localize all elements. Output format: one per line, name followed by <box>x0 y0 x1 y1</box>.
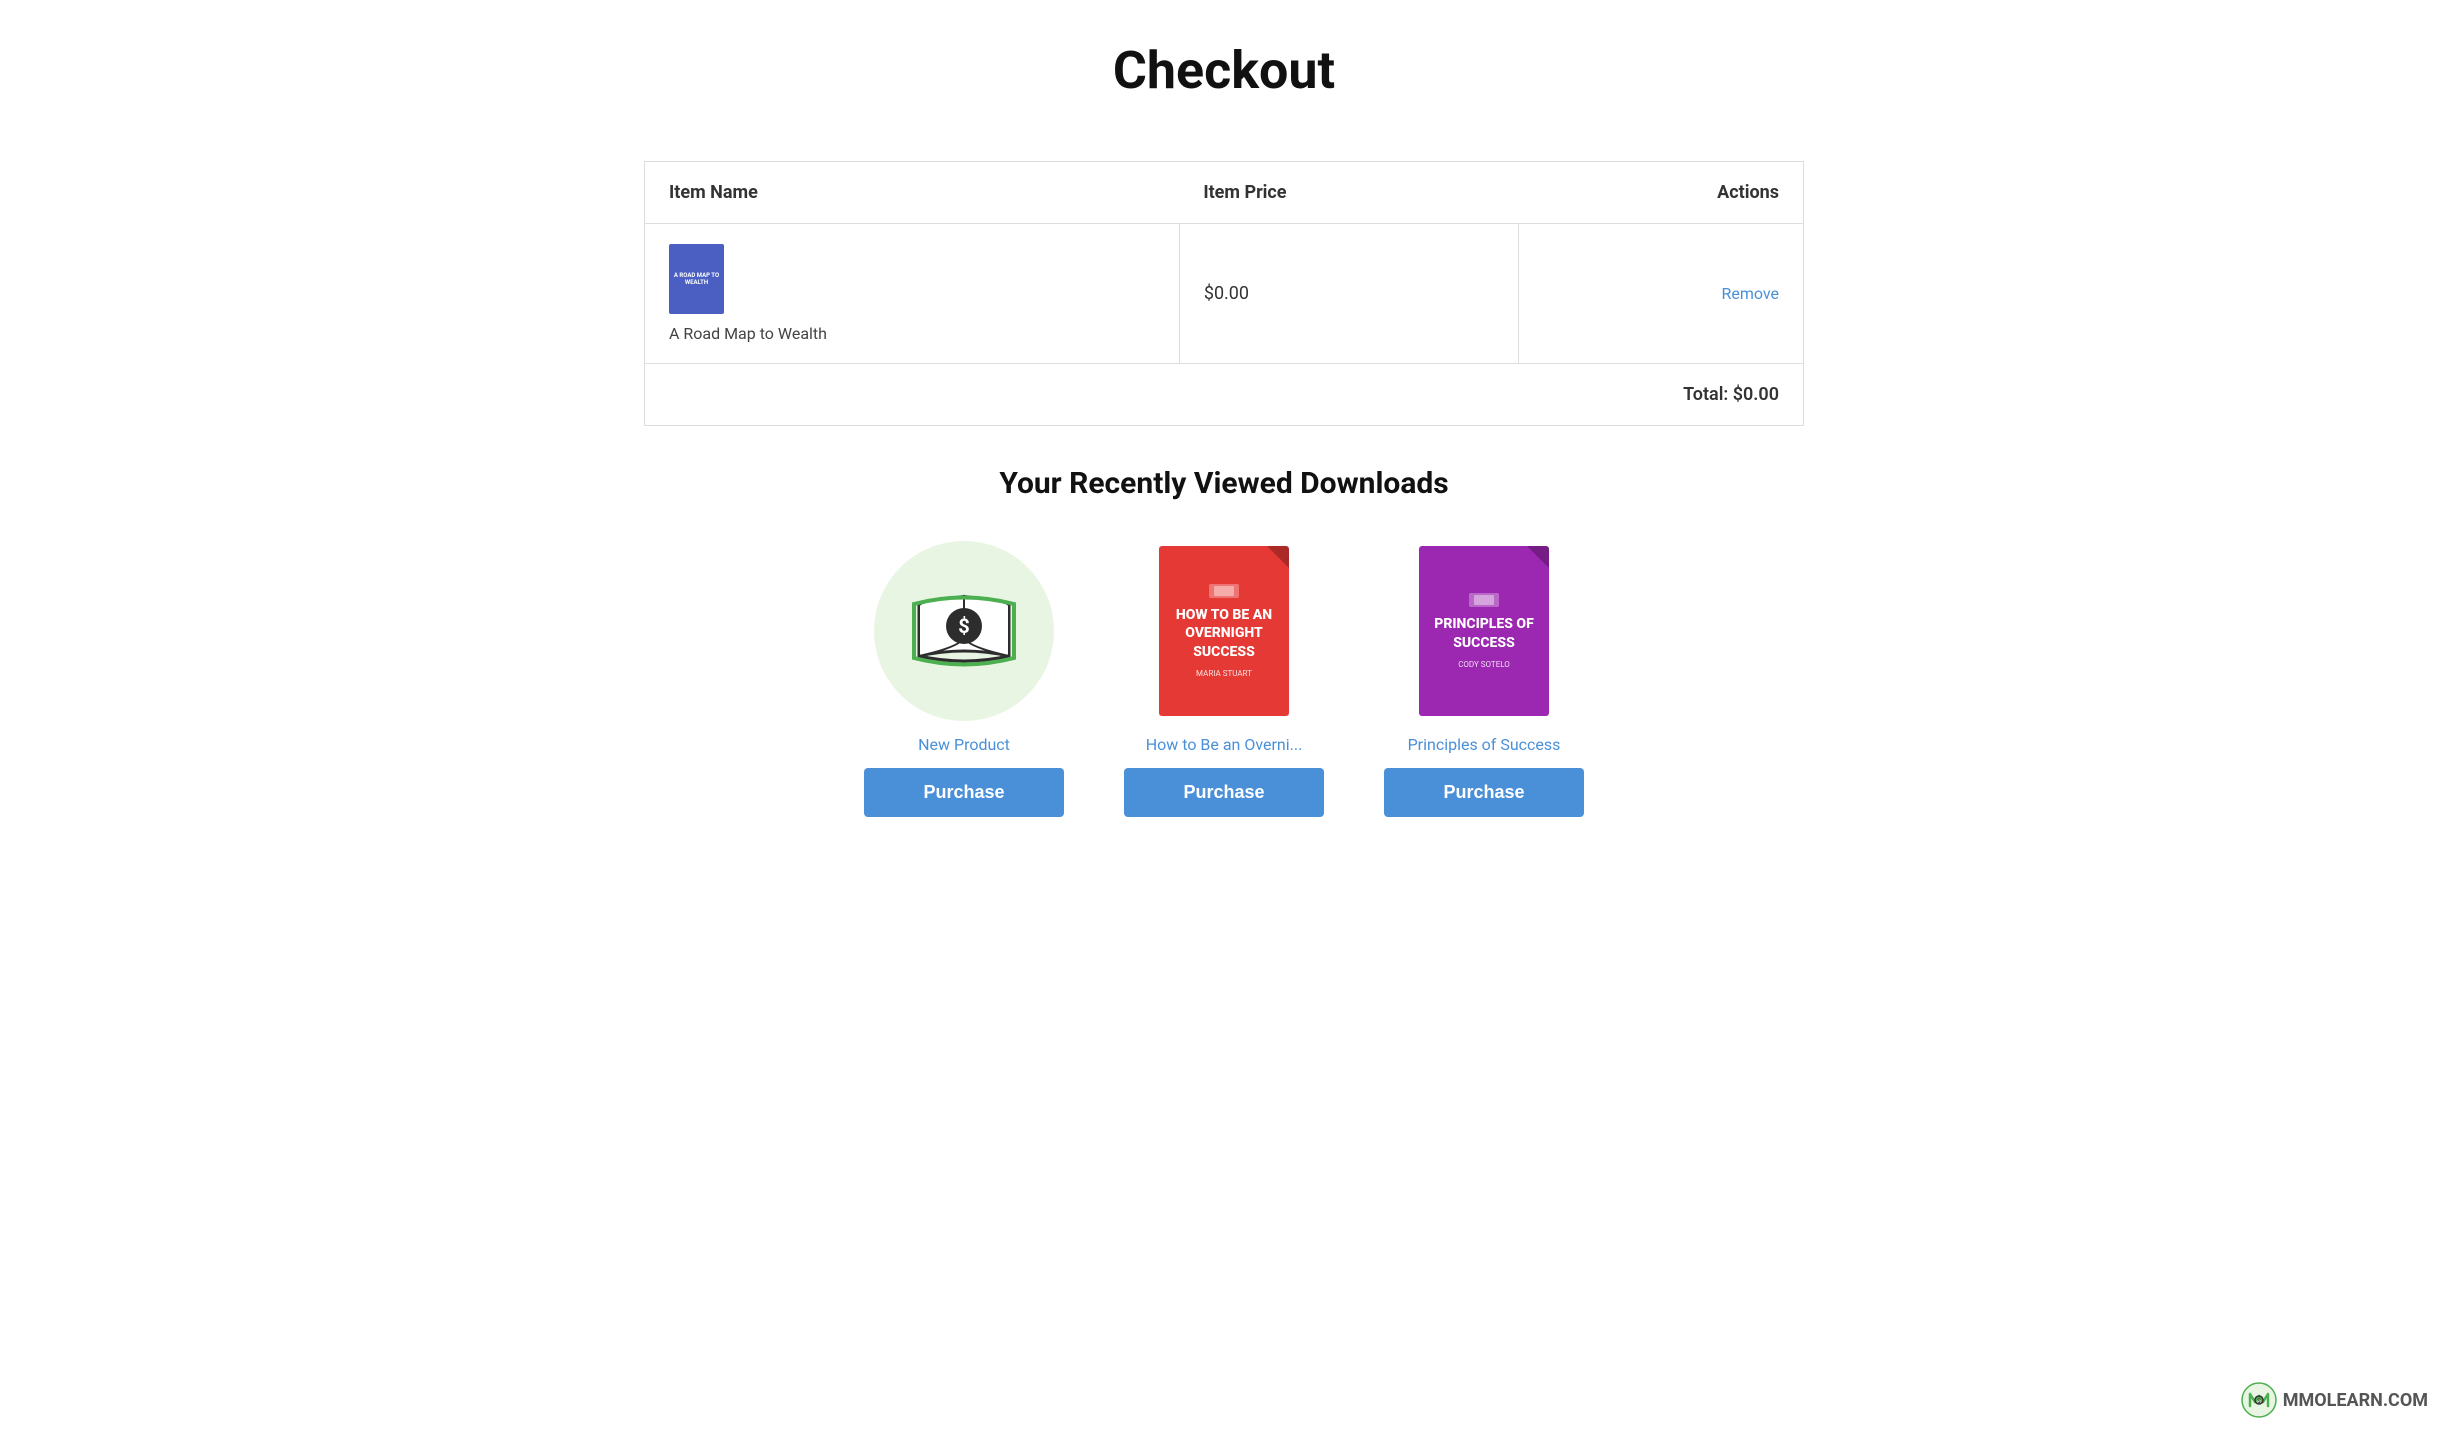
col-header-item-price: Item Price <box>1179 162 1518 224</box>
book-cover-red: HOW TO BE AN OVERNIGHT SUCCESS MARIA STU… <box>1159 546 1289 716</box>
book-icon-wrapper: $ <box>874 541 1054 721</box>
svg-text:$: $ <box>958 614 969 638</box>
product-name-principles[interactable]: Principles of Success <box>1408 735 1561 754</box>
mmolearn-logo-icon: $ <box>2241 1382 2277 1418</box>
purchase-button-new-product[interactable]: Purchase <box>864 768 1064 817</box>
brand-icon <box>1469 593 1499 607</box>
product-card: PRINCIPLES OF SUCCESS CODY SOTELO Princi… <box>1384 541 1584 817</box>
product-card: HOW TO BE AN OVERNIGHT SUCCESS MARIA STU… <box>1124 541 1324 817</box>
book-author-principles: CODY SOTELO <box>1458 660 1510 669</box>
remove-button[interactable]: Remove <box>1721 284 1779 303</box>
brand-logo-icon <box>1214 586 1234 596</box>
site-logo-text: MMOLEARN.COM <box>2283 1390 2428 1411</box>
page-title: Checkout <box>644 40 1804 101</box>
item-name-cell: A ROAD MAP TO WEALTH A Road Map to Wealt… <box>645 224 1180 364</box>
brand-icon <box>1209 584 1239 598</box>
brand-logo-icon2 <box>1474 595 1494 605</box>
svg-text:$: $ <box>2257 1398 2261 1405</box>
book-cover-purple: PRINCIPLES OF SUCCESS CODY SOTELO <box>1419 546 1549 716</box>
item-price: $0.00 <box>1179 224 1518 364</box>
purchase-button-principles[interactable]: Purchase <box>1384 768 1584 817</box>
book-dollar-icon: $ <box>909 586 1019 676</box>
book-title-principles: PRINCIPLES OF SUCCESS <box>1429 615 1539 651</box>
item-thumbnail: A ROAD MAP TO WEALTH <box>669 244 724 314</box>
product-image-new-product: $ <box>874 541 1054 721</box>
product-image-overnight-success: HOW TO BE AN OVERNIGHT SUCCESS MARIA STU… <box>1134 541 1314 721</box>
products-grid: $ New Product Purchase H <box>644 541 1804 817</box>
total-amount: Total: $0.00 <box>645 364 1804 426</box>
col-header-item-name: Item Name <box>645 162 1180 224</box>
recently-viewed-section: Your Recently Viewed Downloads <box>644 466 1804 817</box>
item-title: A Road Map to Wealth <box>669 324 827 343</box>
purchase-button-overnight[interactable]: Purchase <box>1124 768 1324 817</box>
checkout-table: Item Name Item Price Actions A ROAD MAP … <box>644 161 1804 426</box>
book-author-overnight: MARIA STUART <box>1196 669 1252 678</box>
col-header-actions: Actions <box>1518 162 1803 224</box>
book-title-overnight: HOW TO BE AN OVERNIGHT SUCCESS <box>1169 606 1279 661</box>
site-logo: $ MMOLEARN.COM <box>2241 1382 2428 1418</box>
recently-viewed-title: Your Recently Viewed Downloads <box>644 466 1804 501</box>
actions-cell: Remove <box>1518 224 1803 364</box>
total-row: Total: $0.00 <box>645 364 1804 426</box>
product-name-overnight[interactable]: How to Be an Overni... <box>1146 735 1303 754</box>
product-image-principles: PRINCIPLES OF SUCCESS CODY SOTELO <box>1394 541 1574 721</box>
product-name-new-product[interactable]: New Product <box>918 735 1010 754</box>
table-row: A ROAD MAP TO WEALTH A Road Map to Wealt… <box>645 224 1804 364</box>
product-card: $ New Product Purchase <box>864 541 1064 817</box>
